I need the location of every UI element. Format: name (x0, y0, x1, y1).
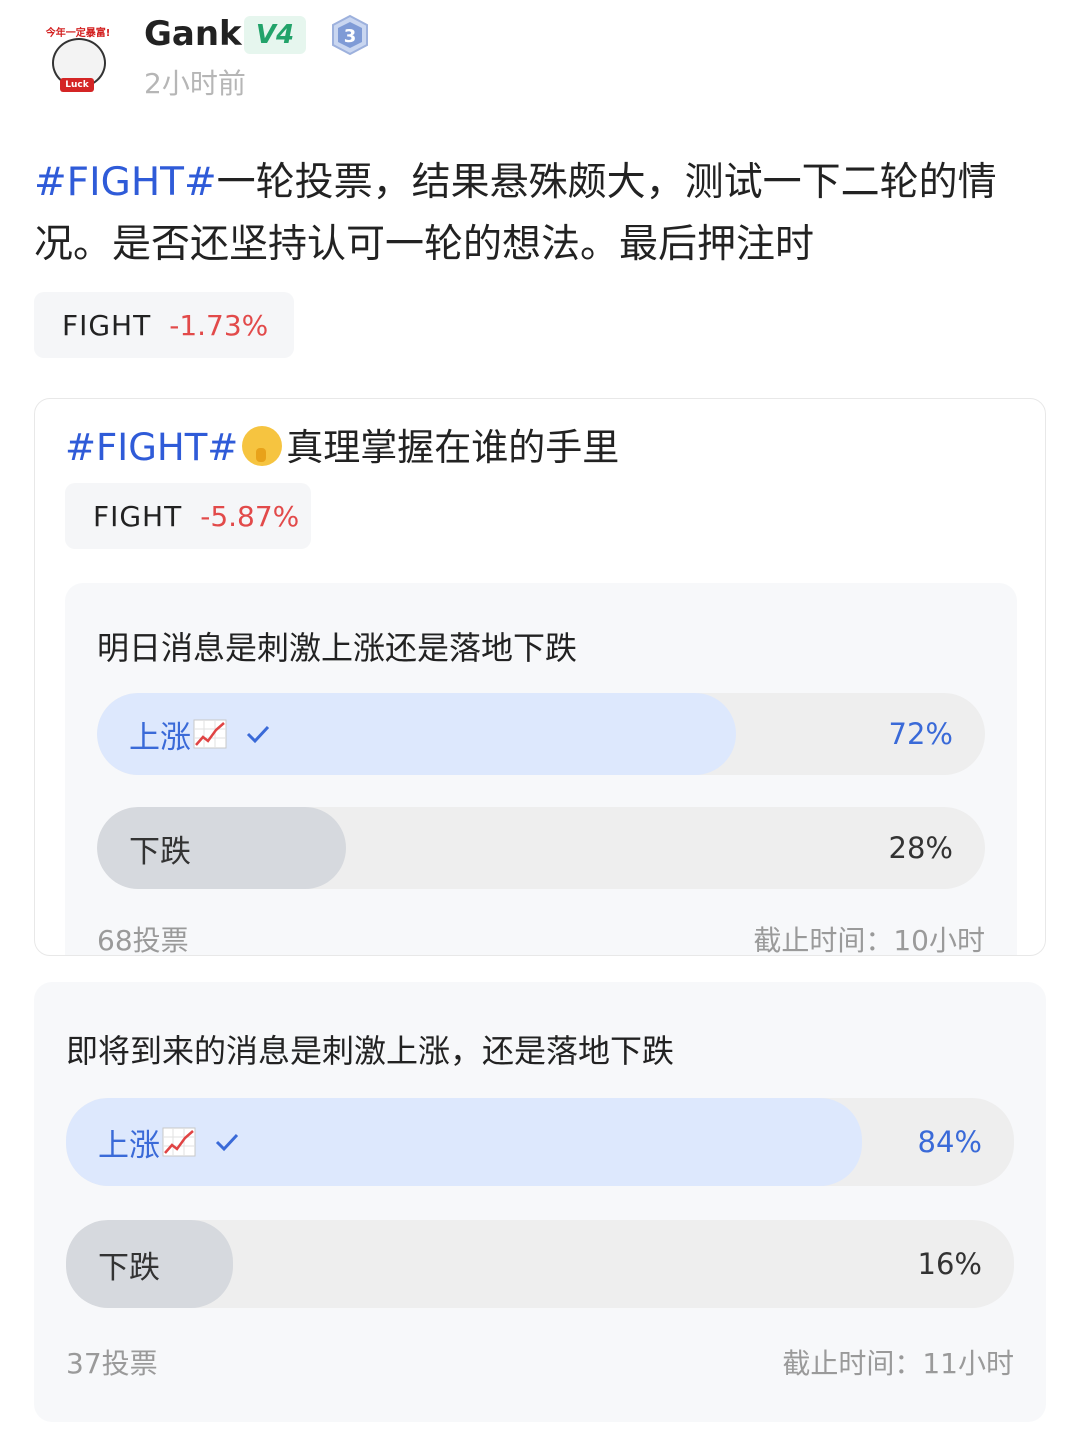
poll: 即将到来的消息是刺激上涨，还是落地下跌 上涨 84% 下跌 16% 37投票 截… (34, 982, 1046, 1422)
quoted-poll-option-down[interactable]: 下跌 28% (97, 807, 985, 889)
quoted-poll-option-down-percent: 28% (888, 831, 953, 865)
poll-option-up-label-wrap: 上涨 (98, 1098, 240, 1186)
quoted-post-card[interactable]: #FIGHT# 真理掌握在谁的手里 FIGHT -5.87% 明日消息是刺激上涨还… (34, 398, 1046, 956)
quoted-poll-option-down-label-wrap: 下跌 (129, 807, 191, 889)
avatar[interactable]: 今年一定暴富! Luck (38, 22, 118, 92)
post-time: 2小时前 (144, 67, 246, 100)
poll-option-down-label: 下跌 (98, 1249, 160, 1286)
poll-option-up-label: 上涨 (98, 1127, 160, 1164)
quoted-poll-deadline: 截止时间：10小时 (753, 924, 985, 956)
vip-badge: V4 (244, 16, 306, 54)
quoted-poll-votes: 68投票 (97, 924, 189, 956)
shushing-face-icon (242, 426, 283, 466)
quoted-poll: 明日消息是刺激上涨还是落地下跌 上涨 72% 下跌 28% 68投票 截止时间：… (65, 583, 1017, 956)
quoted-poll-option-up-label-wrap: 上涨 (129, 693, 271, 775)
check-icon (215, 1133, 239, 1152)
author-name[interactable]: Gank (144, 14, 242, 54)
quoted-poll-option-down-label: 下跌 (129, 833, 191, 870)
poll-option-up-percent: 84% (917, 1125, 982, 1159)
hexagon-level-icon: 3 (332, 14, 368, 56)
quoted-title-text: 真理掌握在谁的手里 (286, 426, 620, 469)
poll-votes: 37投票 (66, 1347, 158, 1380)
quoted-title: #FIGHT# 真理掌握在谁的手里 (65, 417, 619, 471)
level-badge: 3 (330, 14, 370, 56)
poll-option-down-percent: 16% (917, 1247, 982, 1281)
ticker-symbol: FIGHT (62, 308, 152, 342)
post-body: #FIGHT#一轮投票，结果悬殊颇大，测试一下二轮的情况。是否还坚持认可一轮的想… (34, 152, 1044, 276)
level-number: 3 (344, 26, 357, 47)
poll-option-down-label-wrap: 下跌 (98, 1220, 160, 1308)
chart-increasing-icon (162, 1127, 196, 1157)
post-hashtag[interactable]: #FIGHT# (34, 160, 217, 205)
check-icon (246, 725, 270, 744)
avatar-luck-label: Luck (60, 78, 94, 92)
avatar-caption: 今年一定暴富! (45, 28, 111, 39)
ticker-chip[interactable]: FIGHT -1.73% (34, 292, 294, 358)
poll-option-up[interactable]: 上涨 84% (66, 1098, 1014, 1186)
quoted-poll-option-up-label: 上涨 (129, 719, 191, 756)
quoted-poll-option-up[interactable]: 上涨 72% (97, 693, 985, 775)
quoted-ticker-symbol: FIGHT (93, 499, 183, 533)
quoted-ticker-change: -5.87% (200, 499, 300, 533)
quoted-hashtag[interactable]: #FIGHT# (65, 426, 238, 469)
poll-deadline: 截止时间：11小时 (782, 1347, 1014, 1380)
poll-question: 即将到来的消息是刺激上涨，还是落地下跌 (66, 1032, 675, 1070)
poll-option-down[interactable]: 下跌 16% (66, 1220, 1014, 1308)
quoted-poll-option-up-percent: 72% (888, 717, 953, 751)
quoted-ticker-chip[interactable]: FIGHT -5.87% (65, 483, 311, 549)
chart-increasing-icon (193, 719, 227, 749)
ticker-change: -1.73% (169, 308, 269, 342)
quoted-poll-question: 明日消息是刺激上涨还是落地下跌 (97, 629, 578, 667)
